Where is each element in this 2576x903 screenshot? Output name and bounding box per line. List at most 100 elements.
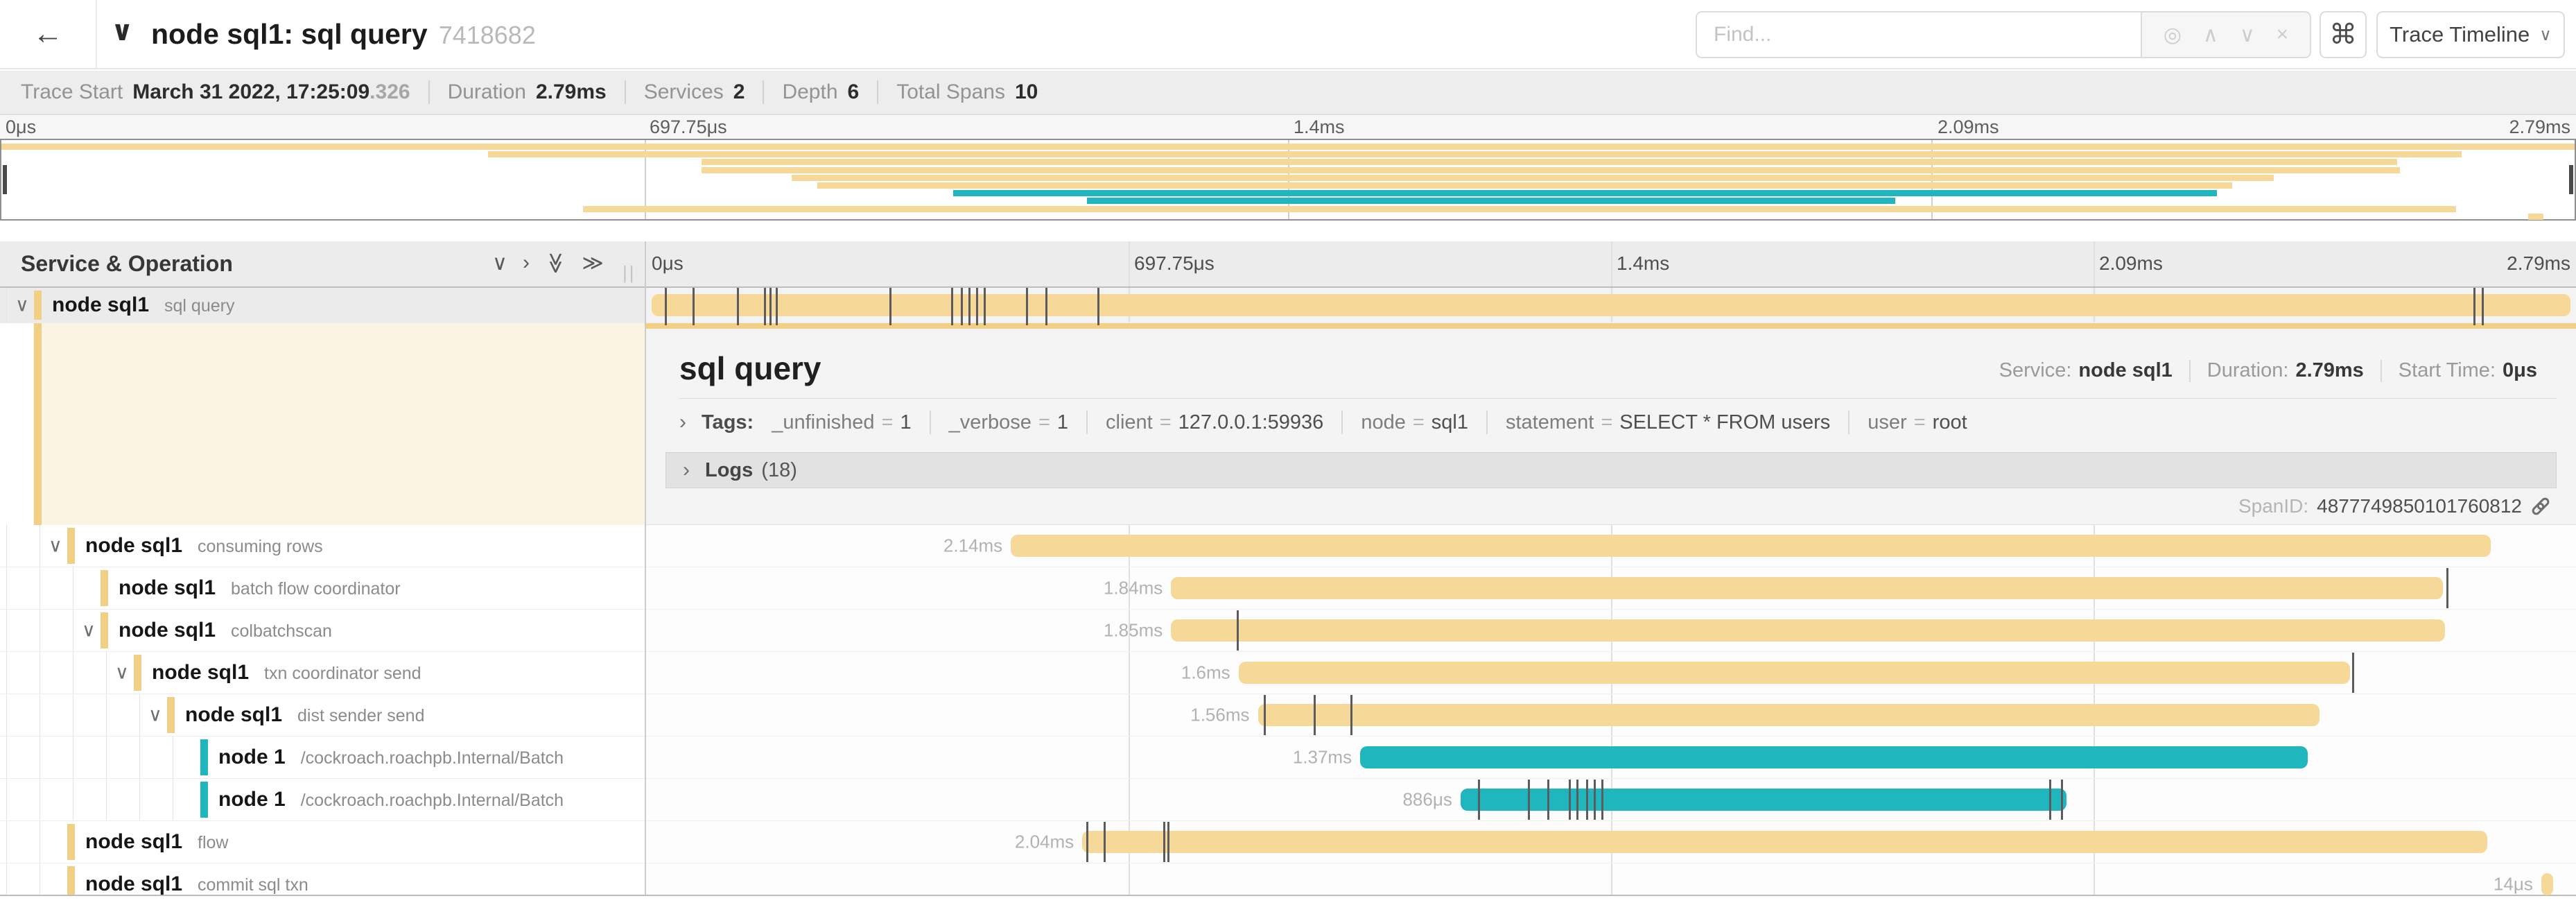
- chevron-right-icon: ›: [679, 411, 686, 434]
- span-row-tree-cell[interactable]: ∨node sql1txn coordinator send: [0, 652, 645, 694]
- span-row-timeline-cell[interactable]: 1.56ms: [646, 694, 2576, 737]
- trace-stats-bar: Trace Start March 31 2022, 17:25:09.326 …: [0, 71, 2576, 115]
- tags-section[interactable]: › Tags: _unfinished=1_verbose=1client=12…: [679, 411, 1967, 434]
- gridline: [2094, 863, 2095, 896]
- span-row-tree-cell[interactable]: node sql1flow: [0, 821, 645, 863]
- span-bar[interactable]: [1011, 535, 2491, 557]
- span-row-timeline-cell[interactable]: 1.85ms: [646, 610, 2576, 652]
- span-bar[interactable]: [1171, 619, 2444, 642]
- span-row[interactable]: ∨node sql1dist sender send 1.56ms: [0, 694, 2576, 737]
- expand-one-icon[interactable]: ›: [523, 251, 530, 275]
- tag-key: node: [1361, 411, 1406, 434]
- log-marker: [1350, 695, 1352, 735]
- span-row[interactable]: ∨node sql1sql query: [0, 288, 2576, 323]
- divider: [763, 80, 764, 104]
- span-row[interactable]: ∨node sql1txn coordinator send 1.6ms: [0, 652, 2576, 694]
- collapse-one-icon[interactable]: ∨: [492, 251, 507, 275]
- find-clear-icon[interactable]: ×: [2277, 23, 2289, 46]
- column-resize-grip[interactable]: ||: [623, 262, 636, 284]
- chevron-down-icon[interactable]: ∨: [115, 662, 129, 684]
- minimap-canvas[interactable]: [0, 139, 2576, 221]
- span-row[interactable]: ∨node sql1consuming rows 2.14ms: [0, 525, 2576, 567]
- span-row-timeline-cell[interactable]: 1.37ms: [646, 737, 2576, 779]
- trace-view-selector[interactable]: Trace Timeline ∨: [2376, 11, 2565, 58]
- chevron-right-icon: ›: [683, 458, 690, 482]
- minimap-right-handle[interactable]: [2569, 165, 2573, 194]
- find-prev-icon[interactable]: ∧: [2203, 23, 2218, 47]
- span-duration-label: 886μs: [1402, 789, 1452, 811]
- span-row-timeline-cell[interactable]: 1.6ms: [646, 652, 2576, 694]
- start-time-value: 0μs: [2503, 359, 2537, 382]
- keyboard-shortcuts-button[interactable]: ⌘: [2320, 11, 2367, 58]
- span-row-tree-cell[interactable]: ∨node sql1sql query: [0, 288, 645, 323]
- span-bar[interactable]: [2541, 873, 2553, 895]
- span-row-timeline-cell[interactable]: 1.84ms: [646, 567, 2576, 610]
- chevron-down-icon[interactable]: ∨: [15, 295, 29, 316]
- duration-value: 2.79ms: [2295, 359, 2363, 382]
- span-bar[interactable]: [1360, 746, 2308, 768]
- trace-id: 7418682: [439, 21, 536, 49]
- span-duration-label: 14μs: [2494, 874, 2533, 895]
- span-accent-bar: [67, 866, 75, 896]
- find-input[interactable]: [1696, 11, 2141, 58]
- span-accent-bar: [167, 697, 175, 733]
- span-row-tree-cell[interactable]: node sql1commit sql txn: [0, 863, 645, 896]
- span-row[interactable]: node 1/cockroach.roachpb.Internal/Batch …: [0, 779, 2576, 821]
- span-row-timeline-cell[interactable]: 14μs: [646, 863, 2576, 896]
- span-row-timeline-cell[interactable]: [646, 288, 2576, 323]
- find-next-icon[interactable]: ∨: [2240, 23, 2255, 47]
- tag-key: client: [1106, 411, 1153, 434]
- log-marker: [1237, 610, 1239, 651]
- collapse-all-icon[interactable]: ≫: [543, 252, 568, 274]
- span-row-tree-cell[interactable]: ∨node sql1consuming rows: [0, 525, 645, 567]
- logs-section[interactable]: › Logs (18): [665, 452, 2557, 488]
- divider: [679, 398, 2557, 399]
- expand-all-icon[interactable]: ≫: [582, 251, 603, 275]
- span-row[interactable]: node sql1flow 2.04ms: [0, 821, 2576, 863]
- span-row-tree-cell[interactable]: node sql1batch flow coordinator: [0, 567, 645, 610]
- panel-divider[interactable]: [645, 241, 646, 895]
- locate-icon[interactable]: ◎: [2164, 23, 2182, 47]
- span-row-tree-cell[interactable]: ∨node sql1colbatchscan: [0, 610, 645, 652]
- tree-guide-line: [6, 821, 7, 863]
- log-marker: [1097, 288, 1099, 325]
- chevron-down-icon[interactable]: ∨: [49, 535, 62, 557]
- minimap-left-handle[interactable]: [3, 165, 7, 194]
- span-row-tree-cell[interactable]: node 1/cockroach.roachpb.Internal/Batch: [0, 737, 645, 779]
- span-row-timeline-cell[interactable]: 886μs: [646, 779, 2576, 821]
- log-marker: [1547, 780, 1549, 820]
- ruler-tick-label: 1.4ms: [1294, 117, 1345, 138]
- span-bar[interactable]: [1171, 577, 2443, 599]
- span-bar[interactable]: [1082, 831, 2487, 853]
- chevron-down-icon[interactable]: ∨: [82, 620, 96, 642]
- span-duration-label: 1.56ms: [1190, 705, 1249, 726]
- equals: =: [1413, 411, 1425, 434]
- divider: [1341, 411, 1343, 434]
- tree-guide-line: [6, 737, 7, 778]
- span-bar[interactable]: [652, 294, 2570, 316]
- detail-left-gutter: [0, 323, 645, 525]
- link-icon[interactable]: [2526, 492, 2555, 521]
- tag-value: 1: [1057, 411, 1068, 434]
- span-bar[interactable]: [1461, 789, 2066, 811]
- span-row[interactable]: ∨node sql1colbatchscan 1.85ms: [0, 610, 2576, 652]
- tree-guide-line: [139, 779, 140, 820]
- divider: [930, 411, 931, 434]
- span-id-label: SpanID:: [2238, 495, 2308, 517]
- back-button[interactable]: ←: [0, 0, 97, 68]
- service-operation-title: Service & Operation: [21, 251, 233, 277]
- span-row[interactable]: node sql1batch flow coordinator 1.84ms: [0, 567, 2576, 610]
- divider: [625, 80, 626, 104]
- span-bar[interactable]: [1239, 662, 2351, 684]
- span-row[interactable]: node 1/cockroach.roachpb.Internal/Batch …: [0, 737, 2576, 779]
- ruler-tick-label: 2.09ms: [1938, 117, 1999, 138]
- span-row[interactable]: node sql1commit sql txn 14μs: [0, 863, 2576, 896]
- gridline: [1129, 863, 1130, 896]
- chevron-down-icon[interactable]: ∨: [148, 705, 162, 726]
- span-row-timeline-cell[interactable]: 2.14ms: [646, 525, 2576, 567]
- span-row-timeline-cell[interactable]: 2.04ms: [646, 821, 2576, 863]
- trace-collapse-caret-icon[interactable]: ∨: [111, 15, 133, 47]
- span-row-tree-cell[interactable]: ∨node sql1dist sender send: [0, 694, 645, 737]
- span-row-tree-cell[interactable]: node 1/cockroach.roachpb.Internal/Batch: [0, 779, 645, 821]
- span-bar[interactable]: [1258, 704, 2320, 726]
